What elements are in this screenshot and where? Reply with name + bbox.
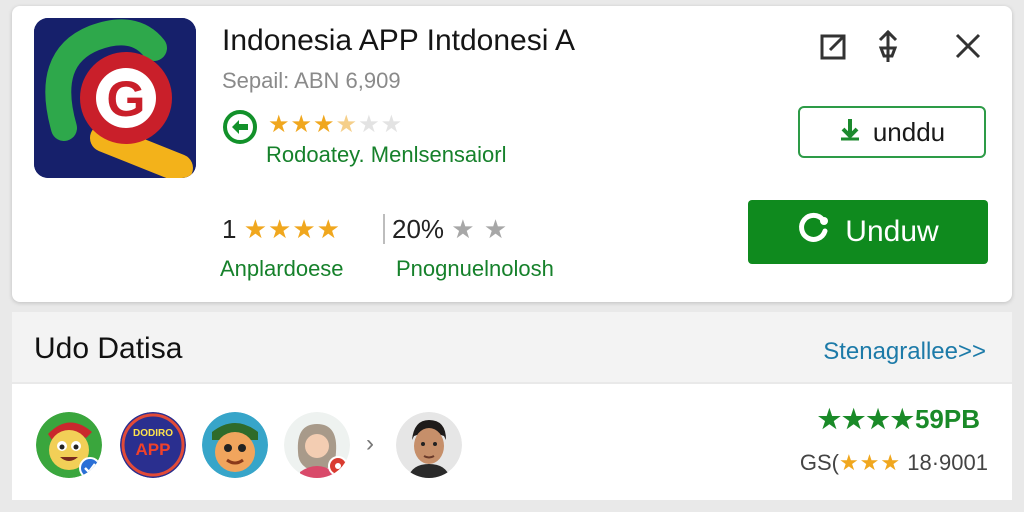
refresh-arc-icon: [797, 211, 831, 253]
app-subtitle: Sepail: ABN 6,909: [222, 68, 401, 93]
developer-name[interactable]: Rodoatey. Menlsensaiorl: [266, 142, 507, 168]
related-apps-row: DODIRO APP › ★★★★59PB GS(★★★ 18·9001: [12, 384, 1012, 500]
stat-rating-stars: ★★★★: [243, 214, 341, 244]
app-avatar-character-icon[interactable]: [202, 412, 268, 478]
square-pencil-icon[interactable]: [814, 26, 854, 66]
stat-percent-value: 20%: [392, 214, 445, 244]
secondary-download-label: unddu: [872, 116, 946, 147]
related-meta: GS(★★★ 18·9001: [800, 450, 988, 476]
app-card: G Indonesia APP Intdonesi A Sepail: ABN …: [12, 6, 1012, 302]
related-section-header: Udo Datisa Stenagrallee>>: [12, 312, 1012, 382]
related-rating: ★★★★59PB: [818, 404, 980, 435]
related-rating-stars: ★★★★: [817, 404, 915, 434]
app-rating-stars: ★★★★★★: [268, 110, 403, 139]
chevron-right-icon[interactable]: ›: [366, 430, 374, 458]
empty-stars: ★★: [358, 111, 404, 138]
pin-icon[interactable]: [868, 26, 908, 66]
download-arrow-icon: [839, 117, 861, 148]
install-button[interactable]: Unduw: [748, 200, 988, 264]
verified-badge-icon: [223, 110, 257, 144]
stat-divider: [383, 214, 385, 244]
see-all-chevron-icon: >>: [957, 338, 986, 365]
related-meta-stars: ★★★: [838, 450, 902, 475]
svg-text:G: G: [107, 71, 146, 127]
install-button-label: Unduw: [845, 215, 939, 248]
stat-percent: 20% ★ ★: [392, 214, 508, 245]
related-rating-value: 59PB: [914, 404, 980, 434]
filled-stars: ★★★: [268, 111, 336, 138]
app-avatar-man-icon[interactable]: [396, 412, 462, 478]
half-star: ★: [335, 111, 359, 138]
stat-percent-stars: ★ ★: [451, 214, 509, 244]
stat-rating: 1 ★★★★: [222, 214, 341, 245]
see-all-label: Stenagrallee: [823, 338, 958, 365]
stat-rating-value: 1: [222, 214, 237, 244]
secondary-download-button[interactable]: unddu: [798, 106, 986, 158]
see-all-link[interactable]: Stenagrallee>>: [823, 338, 986, 366]
app2-line1: DODIRO: [133, 428, 173, 439]
app-logo-icon[interactable]: G: [34, 18, 196, 178]
app2-line2: APP: [135, 440, 171, 459]
related-meta-value: 18·9001: [907, 450, 988, 475]
section-title: Udo Datisa: [34, 332, 183, 365]
app-title: Indonesia APP Intdonesi A: [222, 24, 576, 57]
stat-rating-label: Anplardoese: [220, 256, 344, 281]
related-meta-prefix: GS(: [799, 450, 839, 475]
app-avatar-dodiro[interactable]: DODIRO APP: [120, 412, 186, 478]
app-avatar-cartoon-icon[interactable]: [36, 412, 102, 478]
stat-percent-label: Pnognuelnolosh: [396, 256, 554, 281]
app-avatar-woman-icon[interactable]: [284, 412, 350, 478]
close-icon[interactable]: [948, 26, 988, 66]
